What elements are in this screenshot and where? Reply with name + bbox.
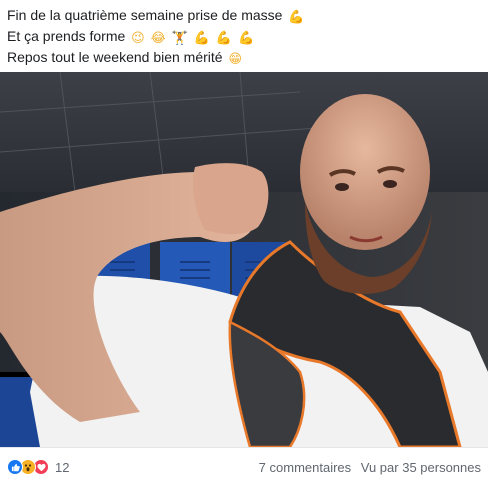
post-footer: 12 7 commentaires Vu par 35 personnes [0, 447, 488, 481]
flexed-biceps-icon: 💪 [288, 10, 305, 25]
weight-lifter-icon: 🏋 [171, 31, 188, 46]
post-line-1: Fin de la quatrième semaine prise de mas… [7, 5, 477, 26]
post-photo[interactable] [0, 72, 488, 447]
comments-link[interactable]: 7 commentaires [259, 460, 351, 475]
post-line-3: Repos tout le weekend bien mérité 😁 [7, 47, 477, 68]
tears-of-joy-icon: 😂 [150, 31, 166, 46]
post-line-1-text: Fin de la quatrième semaine prise de mas… [7, 7, 283, 23]
like-icon [7, 459, 23, 475]
flexed-biceps-icon: 💪 [237, 31, 255, 46]
post-line-3-text: Repos tout le weekend bien mérité [7, 49, 223, 65]
fist [193, 163, 269, 235]
grinning-face-icon: 😁 [228, 52, 243, 67]
winking-face-icon: 😉 [131, 31, 145, 46]
reactions[interactable]: 12 [7, 458, 69, 476]
post-text: Fin de la quatrième semaine prise de mas… [7, 5, 477, 68]
seen-by-link[interactable]: Vu par 35 personnes [361, 460, 481, 475]
reaction-count: 12 [55, 459, 70, 475]
flexed-biceps-icon: 💪 [215, 31, 233, 46]
post-line-2: Et ça prends forme 😉 😂 🏋 💪 💪 💪 [7, 26, 477, 47]
post-line-2-text: Et ça prends forme [7, 28, 126, 44]
head [300, 94, 430, 250]
flexed-biceps-icon: 💪 [193, 31, 210, 46]
post-meta: 7 commentaires Vu par 35 personnes [259, 460, 481, 475]
